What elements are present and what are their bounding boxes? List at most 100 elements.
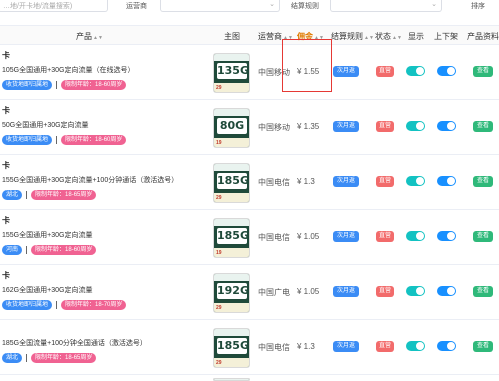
settle-select[interactable]: ⌄	[330, 0, 442, 12]
filter-bar: …地/开卡地/流量搜索) 运营商 ⌄ 结算规则 ⌄ 排序	[0, 0, 499, 14]
product-image[interactable]: 185G 29	[213, 163, 250, 203]
product-desc: 155G全国通用+30G定向流量+100分钟通话（激活选号）	[2, 177, 179, 184]
image-price-text: 29	[216, 85, 222, 91]
age-tag: 限制年龄：18-60周岁	[61, 80, 127, 90]
age-tag: 限制年龄：18-65周岁	[31, 353, 97, 363]
display-toggle[interactable]	[406, 66, 425, 76]
view-button[interactable]: 查看	[473, 231, 494, 242]
table-row: 卡 162G全国通用+30G定向流量 收货地即归属地 限制年龄：18-70周岁 1…	[0, 265, 499, 320]
search-input[interactable]: …地/开卡地/流量搜索)	[0, 0, 108, 12]
divider	[56, 81, 58, 89]
status-button[interactable]: 直营	[376, 176, 395, 187]
highlight-box	[282, 39, 332, 92]
display-toggle[interactable]	[406, 231, 425, 241]
product-name: 卡	[2, 161, 10, 170]
product-name: 卡	[2, 271, 10, 280]
shelf-toggle[interactable]	[437, 231, 456, 241]
view-button[interactable]: 查看	[473, 66, 494, 77]
product-desc: 185G全国流量+100分钟全国通话（激活选号）	[2, 340, 147, 347]
image-price-text: 19	[216, 250, 222, 256]
settle-button[interactable]: 次月返	[333, 66, 360, 77]
commission-value: ¥ 1.05	[297, 232, 320, 241]
col-settle[interactable]: 结算规则▲▼	[331, 31, 374, 42]
image-data-text: 135G	[217, 63, 249, 79]
status-button[interactable]: 直营	[376, 66, 395, 77]
settle-button[interactable]: 次月返	[333, 341, 360, 352]
chevron-down-icon: ⌄	[269, 1, 275, 8]
display-toggle[interactable]	[406, 121, 425, 131]
shelf-toggle[interactable]	[437, 66, 456, 76]
settle-button[interactable]: 次月返	[333, 176, 360, 187]
display-toggle[interactable]	[406, 341, 425, 351]
display-toggle[interactable]	[406, 176, 425, 186]
tag-group: 河南 限制年龄：18-60周岁	[2, 245, 97, 255]
age-tag: 限制年龄：18-70周岁	[61, 300, 127, 310]
status-button[interactable]: 直营	[376, 286, 395, 297]
divider	[56, 301, 58, 309]
col-product[interactable]: 产品▲▼	[76, 31, 103, 42]
region-tag: 收货地即归属地	[2, 80, 53, 90]
image-data-text: 185G	[217, 338, 249, 354]
view-button[interactable]: 查看	[473, 341, 494, 352]
carrier-value: 中国广电	[258, 288, 290, 297]
product-desc: 155G全国通用+30G定向流量	[2, 232, 93, 239]
sort-icon[interactable]: ▲▼	[93, 35, 103, 41]
tag-group: 收货地即归属地 限制年龄：18-60周岁	[2, 135, 127, 145]
tag-group: 收货地即归属地 限制年龄：18-60周岁	[2, 80, 127, 90]
chevron-down-icon: ⌄	[431, 1, 437, 8]
search-placeholder: …地/开卡地/流量搜索)	[3, 3, 73, 10]
image-price-text: 29	[216, 305, 222, 311]
shelf-toggle[interactable]	[437, 341, 456, 351]
product-image[interactable]: 192G 29	[213, 273, 250, 313]
display-toggle[interactable]	[406, 286, 425, 296]
view-button[interactable]: 查看	[473, 286, 494, 297]
settle-button[interactable]: 次月返	[333, 121, 360, 132]
product-name: 卡	[2, 216, 10, 225]
image-price-text: 29	[216, 360, 222, 366]
region-tag: 收货地即归属地	[2, 300, 53, 310]
col-status[interactable]: 状态▲▼	[375, 31, 402, 42]
col-image: 主图	[224, 32, 240, 41]
product-image[interactable]: 80G 19	[213, 108, 250, 148]
image-data-text: 80G	[217, 118, 247, 134]
table-row: 卡 155G全国通用+30G定向流量 河南 限制年龄：18-60周岁 185G 19…	[0, 210, 499, 265]
table-row: 卡 155G全国通用+30G定向流量+100分钟通话（激活选号） 湖北 限制年龄：…	[0, 155, 499, 210]
col-shelf: 上下架	[434, 32, 458, 41]
carrier-value: 中国移动	[258, 123, 290, 132]
product-name: 卡	[2, 106, 10, 115]
commission-value: ¥ 1.3	[297, 177, 315, 186]
status-button[interactable]: 直营	[376, 231, 395, 242]
shelf-toggle[interactable]	[437, 176, 456, 186]
product-image[interactable]: 185G 19	[213, 218, 250, 258]
status-button[interactable]: 直营	[376, 341, 395, 352]
product-desc: 162G全国通用+30G定向流量	[2, 287, 93, 294]
product-image[interactable]: 185G 29	[213, 328, 250, 368]
status-button[interactable]: 直营	[376, 121, 395, 132]
region-tag: 河南	[2, 245, 23, 255]
age-tag: 限制年龄：18-60周岁	[31, 245, 97, 255]
age-tag: 限制年龄：18-60周岁	[61, 135, 127, 145]
sort-icon[interactable]: ▲▼	[364, 35, 374, 41]
product-image[interactable]: 135G 29	[213, 53, 250, 93]
image-data-text: 185G	[217, 173, 249, 189]
table-header: 产品▲▼ 主图 运营商▲▼ 佣金▲▼ 结算规则▲▼ 状态▲▼ 显示 上下架 产品…	[0, 25, 499, 45]
col-display: 显示	[408, 32, 424, 41]
view-button[interactable]: 查看	[473, 176, 494, 187]
region-tag: 湖北	[2, 353, 23, 363]
divider	[26, 354, 28, 362]
settle-button[interactable]: 次月返	[333, 286, 360, 297]
divider	[26, 191, 28, 199]
sort-label[interactable]: 排序	[471, 1, 485, 11]
sort-icon[interactable]: ▲▼	[392, 35, 402, 41]
product-name: 卡	[2, 51, 10, 60]
divider	[26, 246, 28, 254]
carrier-select[interactable]: ⌄	[160, 0, 280, 12]
view-button[interactable]: 查看	[473, 121, 494, 132]
carrier-value: 中国电信	[258, 178, 290, 187]
age-tag: 限制年龄：18-65周岁	[31, 190, 97, 200]
shelf-toggle[interactable]	[437, 286, 456, 296]
settle-filter-label: 结算规则	[291, 3, 319, 10]
settle-button[interactable]: 次月返	[333, 231, 360, 242]
shelf-toggle[interactable]	[437, 121, 456, 131]
table-row: 卡 50G全国通用+30G定向流量 收货地即归属地 限制年龄：18-60周岁 80…	[0, 100, 499, 155]
